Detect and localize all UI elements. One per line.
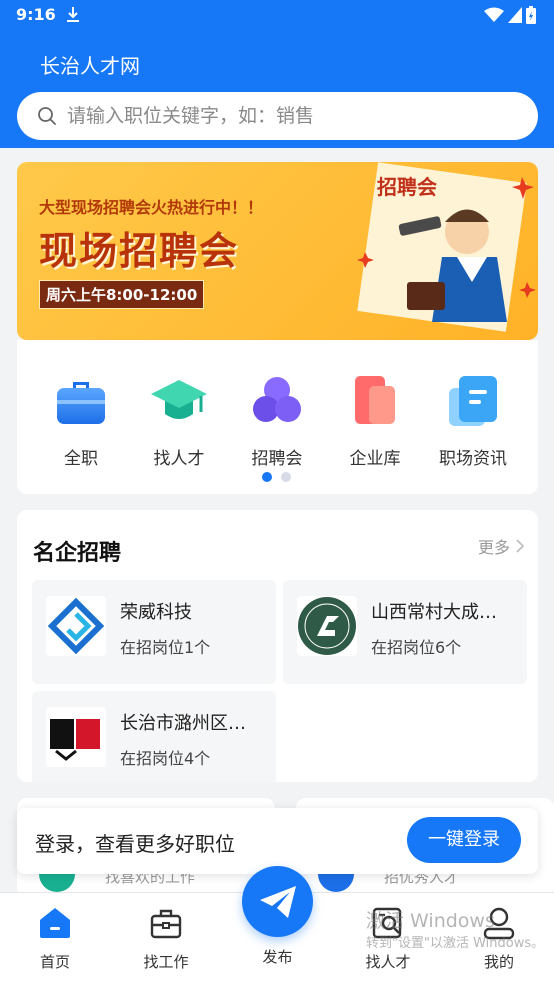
quick-nav-label: 全职	[64, 449, 98, 469]
page-dot	[281, 472, 291, 482]
quick-nav-job-fair[interactable]: 招聘会	[232, 372, 322, 469]
one-click-login-button[interactable]: 一键登录	[407, 817, 521, 863]
job-fair-banner[interactable]: 大型现场招聘会火热进行中！！ 现场招聘会 周六上午8:00-12:00 招聘会	[17, 162, 538, 340]
page-dot	[262, 472, 272, 482]
company-job-count: 在招岗位1个	[120, 638, 211, 657]
chevron-right-icon	[516, 539, 524, 553]
search-input[interactable]	[67, 105, 507, 127]
briefcase-icon	[150, 909, 182, 939]
quick-nav-find-talent[interactable]: 找人才	[134, 372, 224, 469]
graduation-cap-icon	[151, 380, 207, 419]
company-name: 山西常村大成…	[371, 602, 497, 623]
quick-nav: 全职 找人才 招聘会 企业库 职场资讯	[17, 340, 538, 494]
status-bar: 9:16	[0, 0, 554, 30]
tab-label: 找人才	[365, 953, 411, 971]
header: 9:16 长治人才网	[0, 0, 554, 148]
banner-title: 现场招聘会	[39, 229, 240, 273]
briefcase-icon	[57, 382, 105, 424]
company-logo	[46, 707, 106, 767]
page-indicator	[262, 472, 291, 482]
company-name: 荣威科技	[120, 602, 192, 623]
quick-nav-label: 职场资讯	[439, 449, 507, 469]
signal-icon	[508, 7, 522, 23]
company-item[interactable]: 荣威科技 在招岗位1个	[32, 580, 276, 684]
banner-illustration: 招聘会	[357, 162, 536, 332]
tab-publish-label: 发布	[262, 948, 293, 966]
famous-companies-section: 名企招聘 更多 荣威科技 在招岗位1个 山西常村大成… 在招岗位6个 长治市潞州…	[17, 510, 538, 782]
company-name: 长治市潞州区…	[120, 713, 246, 734]
banner-time: 周六上午8:00-12:00	[39, 280, 205, 309]
quick-nav-career-news[interactable]: 职场资讯	[428, 372, 518, 469]
app-title: 长治人才网	[40, 54, 140, 78]
tab-label: 找工作	[143, 953, 189, 971]
wifi-icon	[484, 7, 504, 22]
company-logo-mark	[298, 597, 356, 655]
quick-nav-label: 找人才	[153, 449, 205, 469]
building-icon	[355, 376, 395, 424]
company-logo-mark	[47, 597, 105, 655]
battery-icon	[526, 6, 536, 24]
search-icon	[38, 107, 56, 125]
company-item[interactable]: 山西常村大成… 在招岗位6个	[283, 580, 527, 684]
send-icon	[259, 885, 296, 918]
search-bar[interactable]	[17, 92, 538, 140]
tab-label: 我的	[483, 953, 514, 971]
status-icons	[484, 6, 536, 24]
company-logo-mark	[50, 719, 100, 761]
company-job-count: 在招岗位6个	[371, 638, 462, 657]
home-icon	[40, 908, 70, 938]
more-label: 更多	[477, 538, 510, 557]
news-icon	[449, 376, 497, 426]
company-logo	[297, 596, 357, 656]
tab-label: 首页	[39, 953, 70, 971]
login-prompt: 登录，查看更多好职位 一键登录	[17, 808, 538, 874]
company-logo	[46, 596, 106, 656]
company-item[interactable]: 长治市潞州区… 在招岗位4个	[32, 691, 276, 782]
quick-nav-company-library[interactable]: 企业库	[330, 372, 420, 469]
company-job-count: 在招岗位4个	[120, 749, 211, 768]
activation-watermark-sub: 转到"设置"以激活 Windows。	[366, 936, 545, 951]
circles-icon	[253, 377, 301, 422]
quick-nav-label: 企业库	[349, 449, 401, 469]
banner-subtitle: 大型现场招聘会火热进行中！！	[39, 198, 264, 217]
quick-nav-fulltime[interactable]: 全职	[36, 372, 126, 469]
quick-nav-label: 招聘会	[251, 449, 303, 469]
tab-find-job[interactable]: 找工作	[121, 893, 211, 984]
publish-button[interactable]	[242, 866, 313, 937]
activation-watermark: 激活 Windows	[366, 910, 495, 932]
download-icon	[67, 7, 79, 22]
login-prompt-text: 登录，查看更多好职位	[35, 832, 235, 856]
status-time: 9:16	[16, 5, 56, 24]
tab-home[interactable]: 首页	[10, 893, 100, 984]
more-link[interactable]: 更多	[478, 534, 524, 558]
sign-text: 招聘会	[377, 175, 437, 199]
section-title: 名企招聘	[33, 541, 122, 566]
